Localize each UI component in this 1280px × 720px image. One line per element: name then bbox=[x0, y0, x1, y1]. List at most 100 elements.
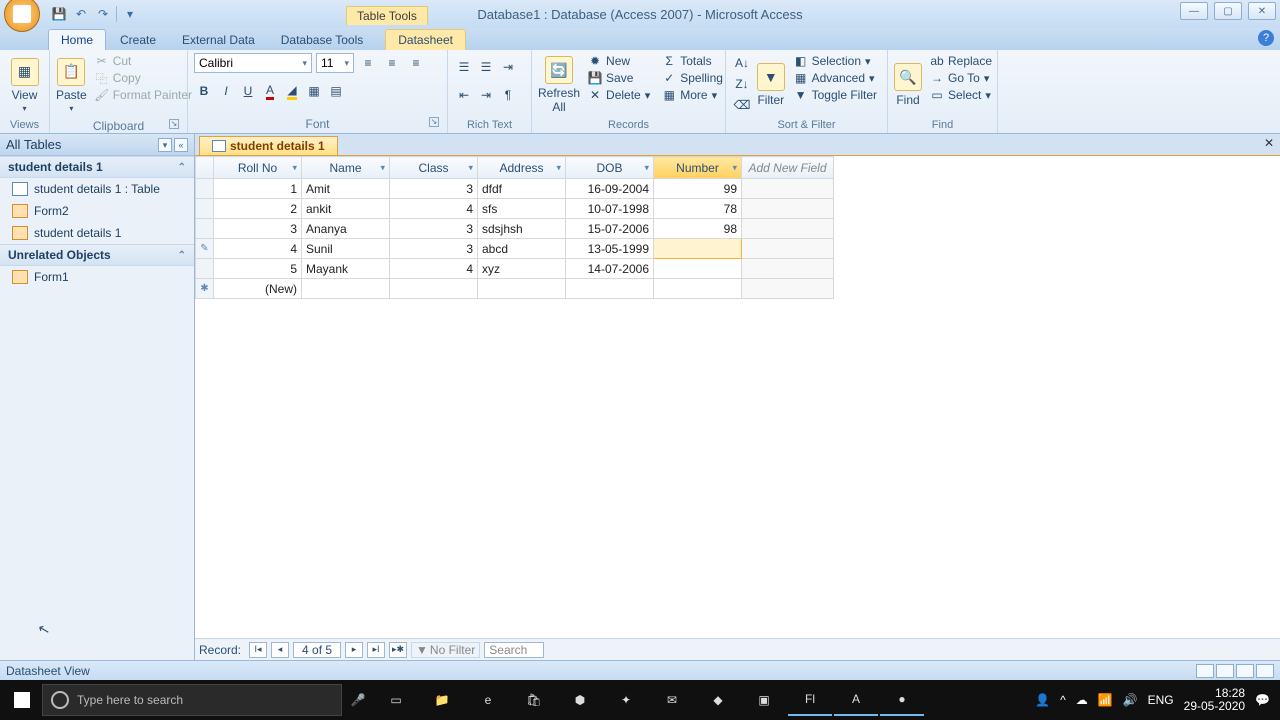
cell-rollno[interactable]: 4 bbox=[214, 239, 302, 259]
save-icon[interactable]: 💾 bbox=[50, 5, 68, 23]
align-right-button[interactable]: ≡ bbox=[406, 53, 426, 73]
bullet-list-button[interactable]: ☰ bbox=[454, 57, 474, 77]
view-button[interactable]: ▦ View ▾ bbox=[6, 53, 43, 117]
cell-number[interactable] bbox=[654, 259, 742, 279]
cell-dob[interactable]: 13-05-1999 bbox=[566, 239, 654, 259]
maximize-button[interactable]: ▢ bbox=[1214, 2, 1242, 20]
cell-rollno[interactable]: 1 bbox=[214, 179, 302, 199]
help-icon[interactable]: ? bbox=[1258, 30, 1274, 46]
font-size-combo[interactable]: 11▾ bbox=[316, 53, 354, 73]
nav-group-student-details[interactable]: student details 1 ⌃ bbox=[0, 156, 194, 178]
chevron-down-icon[interactable]: ▾ bbox=[468, 162, 473, 173]
format-painter-button[interactable]: 🖌Format Painter bbox=[91, 87, 196, 103]
number-list-button[interactable]: ☰ bbox=[476, 57, 496, 77]
redo-icon[interactable]: ↷ bbox=[94, 5, 112, 23]
copy-button[interactable]: ⿻Copy bbox=[91, 70, 196, 86]
last-record-button[interactable]: ▸I bbox=[367, 642, 385, 658]
tab-database-tools[interactable]: Database Tools bbox=[269, 30, 376, 50]
cell-address[interactable]: sfs bbox=[478, 199, 566, 219]
row-selector[interactable] bbox=[196, 259, 214, 279]
datasheet[interactable]: Roll No▾ Name▾ Class▾ Address▾ DOB▾ Numb… bbox=[195, 156, 1280, 638]
search-box[interactable]: Search bbox=[484, 642, 544, 658]
cell-name[interactable]: ankit bbox=[302, 199, 390, 219]
cell-addfield[interactable] bbox=[742, 239, 834, 259]
sort-asc-button[interactable]: A↓ bbox=[732, 53, 752, 73]
edge-icon[interactable]: e bbox=[466, 684, 510, 716]
column-header-add-new[interactable]: Add New Field bbox=[742, 157, 834, 179]
align-center-button[interactable]: ≡ bbox=[382, 53, 402, 73]
cell-class[interactable] bbox=[390, 279, 478, 299]
goto-button[interactable]: →Go To ▾ bbox=[926, 70, 996, 86]
more-button[interactable]: ▦More ▾ bbox=[658, 87, 727, 103]
cell-class[interactable]: 3 bbox=[390, 239, 478, 259]
tray-chevron-icon[interactable]: ^ bbox=[1060, 693, 1066, 707]
paste-button[interactable]: 📋 Paste ▾ bbox=[56, 53, 87, 117]
cell-dob[interactable]: 14-07-2006 bbox=[566, 259, 654, 279]
cell-address[interactable]: sdsjhsh bbox=[478, 219, 566, 239]
document-tab[interactable]: student details 1 bbox=[199, 136, 338, 155]
chevron-down-icon[interactable]: ▾ bbox=[292, 162, 297, 173]
totals-button[interactable]: ΣTotals bbox=[658, 53, 727, 69]
cell-class[interactable]: 4 bbox=[390, 199, 478, 219]
close-document-button[interactable]: ✕ bbox=[1262, 136, 1276, 150]
filter-button[interactable]: ▼ Filter bbox=[756, 53, 786, 117]
table-row[interactable]: ✎4Sunil3abcd13-05-1999 bbox=[196, 239, 834, 259]
tray-notifications-icon[interactable]: 💬 bbox=[1255, 693, 1270, 707]
cell-addfield[interactable] bbox=[742, 219, 834, 239]
navpane-collapse-icon[interactable]: « bbox=[174, 138, 188, 152]
cell-address[interactable]: dfdf bbox=[478, 179, 566, 199]
cell-name[interactable]: Sunil bbox=[302, 239, 390, 259]
flash-icon[interactable]: Fl bbox=[788, 684, 832, 716]
cell-address[interactable]: xyz bbox=[478, 259, 566, 279]
tab-external-data[interactable]: External Data bbox=[170, 30, 267, 50]
decrease-indent-button[interactable]: ⇤ bbox=[454, 85, 474, 105]
bold-button[interactable]: B bbox=[194, 81, 214, 101]
tab-datasheet[interactable]: Datasheet bbox=[385, 29, 466, 50]
cell-number[interactable]: 99 bbox=[654, 179, 742, 199]
tray-lang[interactable]: ENG bbox=[1148, 693, 1174, 707]
dialog-launcher-icon[interactable]: ↘ bbox=[429, 117, 439, 127]
new-row[interactable]: (New) bbox=[196, 279, 834, 299]
select-button[interactable]: ▭Select ▾ bbox=[926, 87, 996, 103]
font-name-combo[interactable]: Calibri▾ bbox=[194, 53, 312, 73]
cell-name[interactable]: Mayank bbox=[302, 259, 390, 279]
no-filter-indicator[interactable]: ▼No Filter bbox=[411, 642, 480, 658]
cell-rollno[interactable]: (New) bbox=[214, 279, 302, 299]
qat-customize-icon[interactable]: ▾ bbox=[121, 5, 139, 23]
pivot-table-view-button[interactable] bbox=[1216, 664, 1234, 678]
minimize-button[interactable]: — bbox=[1180, 2, 1208, 20]
cell-addfield[interactable] bbox=[742, 199, 834, 219]
undo-icon[interactable]: ↶ bbox=[72, 5, 90, 23]
nav-group-unrelated[interactable]: Unrelated Objects ⌃ bbox=[0, 244, 194, 266]
cell-class[interactable]: 3 bbox=[390, 219, 478, 239]
new-record-button[interactable]: ▸✱ bbox=[389, 642, 407, 658]
cell-name[interactable]: Amit bbox=[302, 179, 390, 199]
fill-color-button[interactable]: ◢ bbox=[282, 81, 302, 101]
taskbar-search[interactable]: Type here to search bbox=[42, 684, 342, 716]
replace-button[interactable]: abReplace bbox=[926, 53, 996, 69]
app-icon[interactable]: ◆ bbox=[696, 684, 740, 716]
cell-addfield[interactable] bbox=[742, 179, 834, 199]
tray-clock[interactable]: 18:28 29-05-2020 bbox=[1184, 687, 1245, 713]
dropbox-icon[interactable]: ⬢ bbox=[558, 684, 602, 716]
refresh-all-button[interactable]: 🔄 Refresh All bbox=[538, 53, 580, 117]
prev-record-button[interactable]: ◂ bbox=[271, 642, 289, 658]
column-header-name[interactable]: Name▾ bbox=[302, 157, 390, 179]
save-record-button[interactable]: 💾Save bbox=[584, 70, 654, 86]
app-icon[interactable]: ● bbox=[880, 684, 924, 716]
cell-rollno[interactable]: 2 bbox=[214, 199, 302, 219]
find-button[interactable]: 🔍 Find bbox=[894, 53, 922, 117]
sort-desc-button[interactable]: Z↓ bbox=[732, 74, 752, 94]
gridlines-button[interactable]: ▦ bbox=[304, 81, 324, 101]
file-explorer-icon[interactable]: 📁 bbox=[420, 684, 464, 716]
next-record-button[interactable]: ▸ bbox=[345, 642, 363, 658]
font-color-button[interactable]: A bbox=[260, 81, 280, 101]
column-header-number[interactable]: Number▾ bbox=[654, 157, 742, 179]
access-icon[interactable]: A bbox=[834, 684, 878, 716]
chevron-down-icon[interactable]: ▾ bbox=[556, 162, 561, 173]
row-selector[interactable]: ✎ bbox=[196, 239, 214, 259]
cell-dob[interactable] bbox=[566, 279, 654, 299]
table-row[interactable]: 5Mayank4xyz14-07-2006 bbox=[196, 259, 834, 279]
cell-name[interactable]: Ananya bbox=[302, 219, 390, 239]
design-view-button[interactable] bbox=[1256, 664, 1274, 678]
